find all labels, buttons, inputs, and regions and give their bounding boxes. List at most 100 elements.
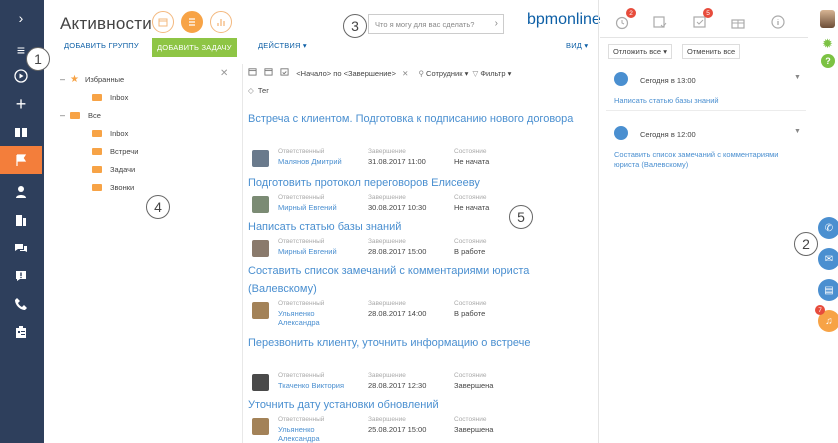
notification-time: Сегодня в 12:00 [640, 130, 696, 139]
folder-label: Избранные [84, 74, 125, 84]
activities-flag-icon[interactable] [0, 146, 42, 174]
actions-menu-button[interactable]: ДЕЙСТВИЯ ▾ [258, 41, 307, 50]
tab-approvals[interactable] [652, 14, 668, 33]
notification-item[interactable]: Сегодня в 12:00 ▼ Составить список замеч… [606, 124, 806, 174]
activity-item[interactable]: Уточнить дату установки обновлений Ответ… [248, 396, 594, 443]
tab-gifts[interactable] [730, 14, 746, 33]
responsible-link[interactable]: Малянов Дмитрий [278, 157, 342, 166]
folder-tasks[interactable]: Задачи [92, 162, 135, 176]
command-search-input[interactable]: Что я могу для вас сделать? › [368, 14, 504, 34]
chat-icon[interactable] [0, 234, 42, 262]
activity-title[interactable]: Перезвонить клиенту, уточнить информацию… [248, 334, 594, 352]
add-task-button[interactable]: ДОБАВИТЬ ЗАДАЧУ [152, 38, 237, 57]
end-date: 30.08.2017 10:30 [368, 203, 427, 212]
activity-item[interactable]: Составить список замечаний с комментария… [248, 262, 594, 327]
responsible-link[interactable]: Ульяненко Александра [278, 425, 338, 443]
avatar[interactable] [820, 10, 835, 28]
collapse-icon[interactable]: – [60, 110, 70, 120]
notification-text[interactable]: Написать статью базы знаний [614, 96, 794, 106]
postpone-all-button[interactable]: Отложить все ▾ [608, 44, 672, 59]
activity-title[interactable]: Встреча с клиентом. Подготовка к подписа… [248, 110, 594, 128]
folder-label: Звонки [110, 182, 135, 192]
expand-chevron-icon[interactable]: › [0, 4, 42, 32]
calendar-period-icon[interactable] [280, 67, 294, 78]
notification-menu-icon[interactable]: ▼ [794, 128, 801, 135]
activity-title[interactable]: Подготовить протокол переговоров Елисеев… [248, 174, 594, 192]
responsible-label: Ответственный [278, 148, 325, 155]
activity-item[interactable]: Перезвонить клиенту, уточнить информацию… [248, 334, 594, 391]
right-panel-divider [598, 0, 599, 443]
person-photo [252, 196, 269, 213]
book-icon[interactable] [0, 118, 42, 146]
calendar-week-icon[interactable] [264, 67, 278, 78]
end-label: Завершение [368, 238, 406, 245]
contact-icon[interactable] [0, 178, 42, 206]
state-label: Состояние [454, 372, 487, 379]
gear-icon[interactable]: ✹ [822, 36, 833, 52]
folder-calls[interactable]: Звонки [92, 180, 134, 194]
folder-all[interactable]: – Все [60, 108, 101, 122]
activity-item[interactable]: Встреча с клиентом. Подготовка к подписа… [248, 110, 594, 167]
responsible-link[interactable]: Мирный Евгений [278, 247, 337, 256]
notification-menu-icon[interactable]: ▼ [794, 74, 801, 81]
add-group-button[interactable]: ДОБАВИТЬ ГРУППУ [64, 41, 139, 50]
activity-item[interactable]: Подготовить протокол переговоров Елисеев… [248, 174, 594, 213]
responsible-link[interactable]: Ткаченко Виктория [278, 381, 344, 390]
folder-label: Inbox [110, 92, 129, 102]
activity-state: Завершена [454, 381, 494, 390]
account-icon[interactable] [0, 206, 42, 234]
search-chevron-icon[interactable]: › [495, 18, 498, 29]
badge-icon[interactable] [0, 318, 42, 346]
callout-marker: 4 [146, 195, 170, 219]
calendar-day-icon[interactable] [248, 67, 262, 78]
alert-icon[interactable] [0, 262, 42, 290]
analytics-view-button[interactable] [210, 11, 232, 33]
tag-label: Тег [257, 86, 269, 95]
collapse-icon[interactable]: – [60, 74, 70, 84]
person-photo [252, 302, 269, 319]
folder-fav-inbox[interactable]: Inbox [92, 90, 128, 104]
add-icon[interactable]: + [0, 90, 42, 118]
state-label: Состояние [454, 238, 487, 245]
view-menu-button[interactable]: ВИД ▾ [566, 41, 588, 50]
clear-period-icon[interactable]: ✕ [402, 69, 408, 78]
responsible-label: Ответственный [278, 300, 325, 307]
folder-meetings[interactable]: Встречи [92, 144, 138, 158]
tab-info[interactable] [770, 14, 786, 33]
employee-filter[interactable]: Сотрудник ▾ [426, 69, 468, 78]
folder-favorites[interactable]: – ★ Избранные [60, 72, 124, 86]
state-label: Состояние [454, 300, 487, 307]
filter-bar: <Начало> по <Завершение> ✕ ⚲ Сотрудник ▾… [248, 67, 511, 78]
folder-icon [92, 129, 102, 137]
end-date: 25.08.2017 15:00 [368, 425, 427, 434]
calendar-view-button[interactable] [152, 11, 174, 33]
close-folders-icon[interactable]: ✕ [220, 68, 228, 79]
list-view-button[interactable] [181, 11, 203, 33]
activity-item[interactable]: Написать статью базы знаний Ответственны… [248, 218, 594, 257]
end-date: 31.08.2017 11:00 [368, 157, 426, 166]
activity-title[interactable]: Написать статью базы знаний [248, 218, 594, 236]
reminders-badge: 2 [626, 8, 636, 18]
activity-state: Не начата [454, 157, 490, 166]
state-label: Состояние [454, 148, 487, 155]
folder-inbox[interactable]: Inbox [92, 126, 128, 140]
logo: bpmonline [527, 11, 601, 28]
divider [242, 64, 243, 443]
activity-title[interactable]: Уточнить дату установки обновлений [248, 396, 594, 414]
chat-channel-icon[interactable]: ▤ [818, 279, 838, 301]
notification-text[interactable]: Составить список замечаний с комментария… [614, 150, 784, 170]
responsible-link[interactable]: Мирный Евгений [278, 203, 337, 212]
period-filter[interactable]: <Начало> по <Завершение> [296, 69, 396, 78]
filter-menu[interactable]: Фильтр ▾ [480, 69, 511, 78]
callout-marker: 3 [343, 14, 367, 38]
end-date: 28.08.2017 12:30 [368, 381, 427, 390]
tag-filter[interactable]: ◇ Тег [248, 86, 269, 95]
tag-icon: ◇ [248, 86, 254, 95]
call-channel-icon[interactable]: ✆ [818, 217, 838, 239]
activity-title[interactable]: Составить список замечаний с комментария… [248, 262, 594, 298]
responsible-link[interactable]: Ульяненко Александра [278, 309, 338, 327]
help-icon[interactable]: ? [821, 54, 835, 68]
cancel-all-button[interactable]: Отменить все [682, 44, 741, 59]
email-channel-icon[interactable]: ✉ [818, 248, 838, 270]
phone-icon[interactable] [0, 290, 42, 318]
